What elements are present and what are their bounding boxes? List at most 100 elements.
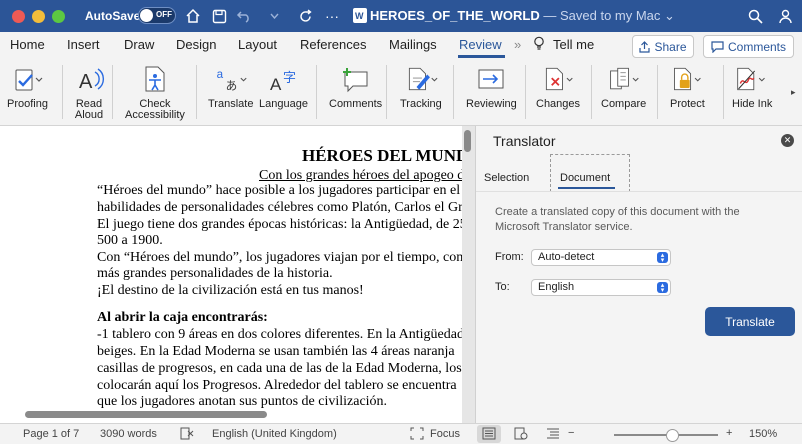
print-layout-icon[interactable]	[482, 427, 496, 443]
document-line: 500 a 1900.	[97, 233, 163, 248]
proofing-status-icon[interactable]	[180, 427, 194, 443]
focus-mode[interactable]: Focus	[430, 428, 460, 440]
tab-design[interactable]: Design	[176, 37, 216, 52]
translator-title: Translator	[493, 133, 556, 149]
document-line: El juego tiene dos grandes épocas histór…	[97, 217, 462, 232]
share-icon	[639, 40, 651, 53]
redo-icon[interactable]	[295, 5, 315, 27]
page-count[interactable]: Page 1 of 7	[23, 428, 79, 440]
comments-button[interactable]: Comments	[703, 35, 794, 58]
stepper-chevron-icon: ▴ ▾	[657, 282, 668, 294]
read-aloud-label-2: Aloud	[74, 109, 104, 121]
more-icon[interactable]: ···	[322, 5, 342, 27]
zoom-level[interactable]: 150%	[749, 428, 777, 440]
zoom-out-button[interactable]: −	[568, 427, 574, 439]
language-label: Language	[259, 98, 308, 110]
ribbon-separator	[591, 65, 592, 119]
active-pane-tab-indicator	[558, 187, 615, 189]
translate-label: Translate	[208, 98, 254, 110]
tracking-button[interactable]: Tracking	[400, 62, 442, 110]
home-icon[interactable]	[183, 5, 203, 27]
horizontal-scrollbar[interactable]	[25, 411, 267, 418]
tab-review[interactable]: Review	[459, 37, 502, 52]
account-icon[interactable]	[775, 5, 795, 27]
tab-references[interactable]: References	[300, 37, 366, 52]
undo-icon[interactable]	[234, 5, 254, 27]
svg-text:A: A	[270, 75, 282, 94]
protect-button[interactable]: Protect	[670, 62, 705, 110]
check-accessibility-button[interactable]: Check Accessibility	[125, 62, 185, 121]
outline-view-icon[interactable]	[546, 427, 560, 443]
chevron-down-icon[interactable]: ⌄	[664, 8, 675, 23]
svg-text:字: 字	[283, 71, 296, 86]
tab-home[interactable]: Home	[10, 37, 45, 52]
ribbon-overflow-icon[interactable]: ▸	[791, 87, 796, 98]
document-line: que los jugadores anotan sus puntos de c…	[97, 394, 388, 409]
tab-draw[interactable]: Draw	[124, 37, 154, 52]
reviewing-pane-icon	[474, 62, 508, 96]
tab-document[interactable]: Document	[560, 172, 610, 184]
comments-label: Comments	[727, 39, 786, 54]
language-icon: A字	[266, 62, 300, 96]
zoom-in-button[interactable]: +	[726, 427, 732, 439]
document-title[interactable]: HEROES_OF_THE_WORLD — Saved to my Mac ⌄	[370, 8, 675, 24]
comments-ribbon-label: Comments	[329, 98, 383, 110]
close-icon[interactable]: ✕	[781, 134, 794, 147]
hide-ink-button[interactable]: Hide Ink	[732, 62, 772, 110]
from-label: From:	[495, 251, 524, 263]
translate-ribbon-button[interactable]: aあ Translate	[208, 62, 253, 110]
proofing-button[interactable]: Proofing	[7, 62, 48, 110]
vertical-scrollbar[interactable]	[464, 130, 471, 152]
reviewing-label: Reviewing	[466, 98, 517, 110]
search-icon[interactable]	[745, 5, 765, 27]
stepper-chevron-icon: ▴ ▾	[657, 252, 668, 264]
read-aloud-button[interactable]: A Read Aloud	[72, 62, 106, 121]
focus-icon[interactable]	[410, 427, 424, 443]
to-language-select[interactable]: English ▴ ▾	[531, 279, 671, 296]
zoom-window-button[interactable]	[52, 10, 65, 23]
close-window-button[interactable]	[12, 10, 25, 23]
spelling-check-icon	[10, 62, 44, 96]
save-icon[interactable]	[209, 5, 229, 27]
saved-status: — Saved to my Mac	[543, 8, 661, 23]
document-line: casillas de progresos, en cada una de la…	[97, 361, 462, 376]
tab-insert[interactable]: Insert	[67, 37, 100, 52]
tell-me-search[interactable]: Tell me	[553, 37, 594, 52]
minimize-window-button[interactable]	[32, 10, 45, 23]
compare-button[interactable]: Compare	[601, 62, 646, 110]
svg-text:a: a	[216, 68, 223, 81]
zoom-slider-handle[interactable]	[665, 429, 679, 442]
document-line: ¡El destino de la civilización está en t…	[97, 283, 364, 298]
track-changes-icon	[404, 62, 438, 96]
svg-text:あ: あ	[225, 79, 237, 93]
tab-selection[interactable]: Selection	[484, 172, 529, 184]
from-language-select[interactable]: Auto-detect ▴ ▾	[531, 249, 671, 266]
language-button[interactable]: A字 Language	[259, 62, 308, 110]
undo-dropdown-icon[interactable]	[264, 5, 284, 27]
document-language[interactable]: English (United Kingdom)	[212, 428, 337, 440]
ribbon-separator	[453, 65, 454, 119]
hide-ink-icon	[735, 62, 769, 96]
hide-ink-label: Hide Ink	[732, 98, 773, 110]
svg-text:W: W	[355, 11, 364, 21]
tab-layout[interactable]: Layout	[238, 37, 277, 52]
comments-ribbon-button[interactable]: Comments	[329, 62, 382, 110]
word-count[interactable]: 3090 words	[100, 428, 157, 440]
translate-icon: aあ	[214, 62, 248, 96]
ribbon-separator	[62, 65, 63, 119]
share-button[interactable]: Share	[632, 35, 694, 58]
autosave-label: AutoSave	[85, 9, 141, 23]
review-ribbon: Proofing A Read Aloud Check Accessibilit…	[0, 59, 802, 126]
web-layout-icon[interactable]	[514, 427, 528, 443]
chevron-right-icon[interactable]: »	[514, 37, 521, 52]
reviewing-button[interactable]: Reviewing	[466, 62, 517, 110]
svg-text:A: A	[79, 71, 93, 93]
ribbon-separator	[525, 65, 526, 119]
autosave-toggle[interactable]: OFF	[138, 7, 176, 24]
tab-mailings[interactable]: Mailings	[389, 37, 437, 52]
document-name: HEROES_OF_THE_WORLD	[370, 8, 540, 23]
changes-button[interactable]: Changes	[536, 62, 580, 110]
translate-button[interactable]: Translate	[705, 307, 795, 336]
lock-icon	[670, 62, 704, 96]
document-page[interactable]: HÉROES DEL MUNDO Con los grandes héroes …	[0, 126, 462, 423]
